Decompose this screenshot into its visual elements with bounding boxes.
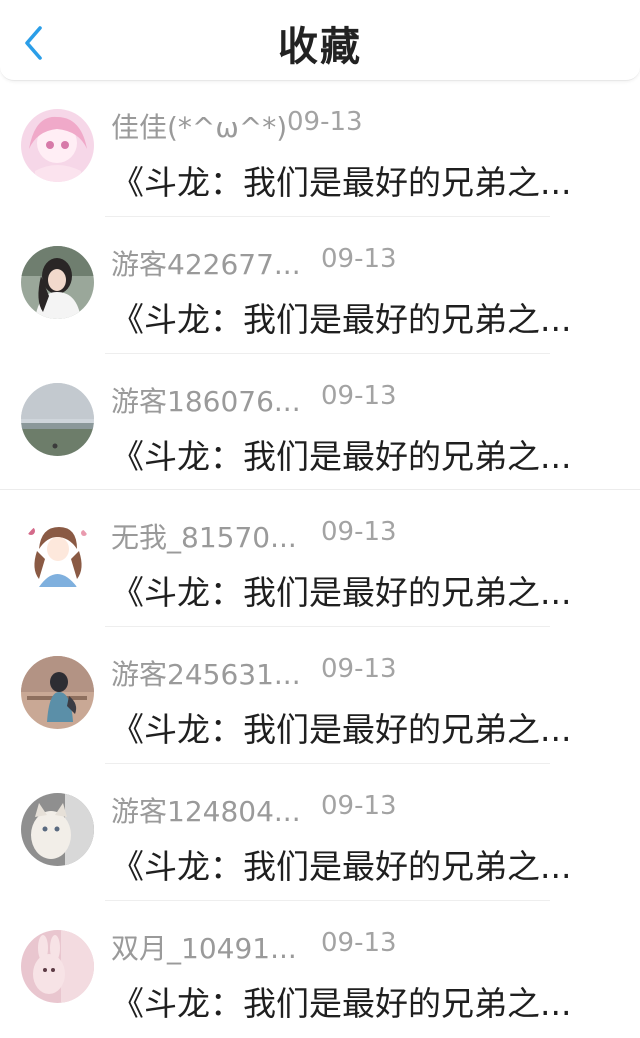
- timestamp: 09-13: [321, 380, 397, 411]
- user-name: 游客245631...: [111, 658, 301, 692]
- avatar[interactable]: [21, 519, 94, 593]
- page-title: 收藏: [278, 24, 362, 70]
- favorites-list: 佳佳(*^ω^*) 09-13 《斗龙：我们是最好的兄弟之... 游客42267…: [0, 80, 640, 1038]
- user-name: 游客422677...: [111, 247, 301, 281]
- list-item[interactable]: 游客422677... 09-13 《斗龙：我们是最好的兄弟之...: [0, 217, 640, 354]
- avatar[interactable]: [21, 109, 94, 182]
- timestamp: 09-13: [321, 517, 397, 548]
- list-item[interactable]: 游客124804... 09-13 《斗龙：我们是最好的兄弟之...: [0, 764, 640, 901]
- list-item[interactable]: 佳佳(*^ω^*) 09-13 《斗龙：我们是最好的兄弟之...: [0, 80, 640, 217]
- list-item[interactable]: 双月_10491... 09-13 《斗龙：我们是最好的兄弟之...: [0, 901, 640, 1038]
- avatar[interactable]: [21, 245, 94, 319]
- user-name: 游客124804...: [111, 794, 301, 828]
- avatar[interactable]: [21, 929, 94, 1003]
- item-title: 《斗龙：我们是最好的兄弟之...: [111, 299, 572, 339]
- item-title: 《斗龙：我们是最好的兄弟之...: [111, 163, 572, 202]
- item-title: 《斗龙：我们是最好的兄弟之...: [111, 846, 572, 886]
- list-item[interactable]: 无我_81570... 09-13 《斗龙：我们是最好的兄弟之...: [0, 490, 640, 628]
- item-title: 《斗龙：我们是最好的兄弟之...: [111, 710, 572, 750]
- avatar[interactable]: [21, 792, 94, 866]
- list-item[interactable]: 游客245631... 09-13 《斗龙：我们是最好的兄弟之...: [0, 627, 640, 764]
- timestamp: 09-13: [287, 107, 363, 137]
- timestamp: 09-13: [321, 654, 397, 685]
- item-title: 《斗龙：我们是最好的兄弟之...: [111, 436, 572, 476]
- user-name: 游客186076...: [111, 384, 301, 418]
- user-name: 佳佳(*^ω^*): [111, 111, 288, 144]
- user-name: 无我_81570...: [111, 521, 297, 555]
- avatar[interactable]: [21, 382, 94, 456]
- item-title: 《斗龙：我们是最好的兄弟之...: [111, 983, 572, 1023]
- user-name: 双月_10491...: [111, 931, 297, 965]
- timestamp: 09-13: [321, 927, 397, 958]
- timestamp: 09-13: [321, 790, 397, 821]
- top-bar: 收藏: [0, 0, 640, 81]
- item-title: 《斗龙：我们是最好的兄弟之...: [111, 573, 572, 613]
- timestamp: 09-13: [321, 243, 397, 274]
- list-item[interactable]: 游客186076... 09-13 《斗龙：我们是最好的兄弟之...: [0, 354, 640, 491]
- avatar[interactable]: [21, 656, 94, 730]
